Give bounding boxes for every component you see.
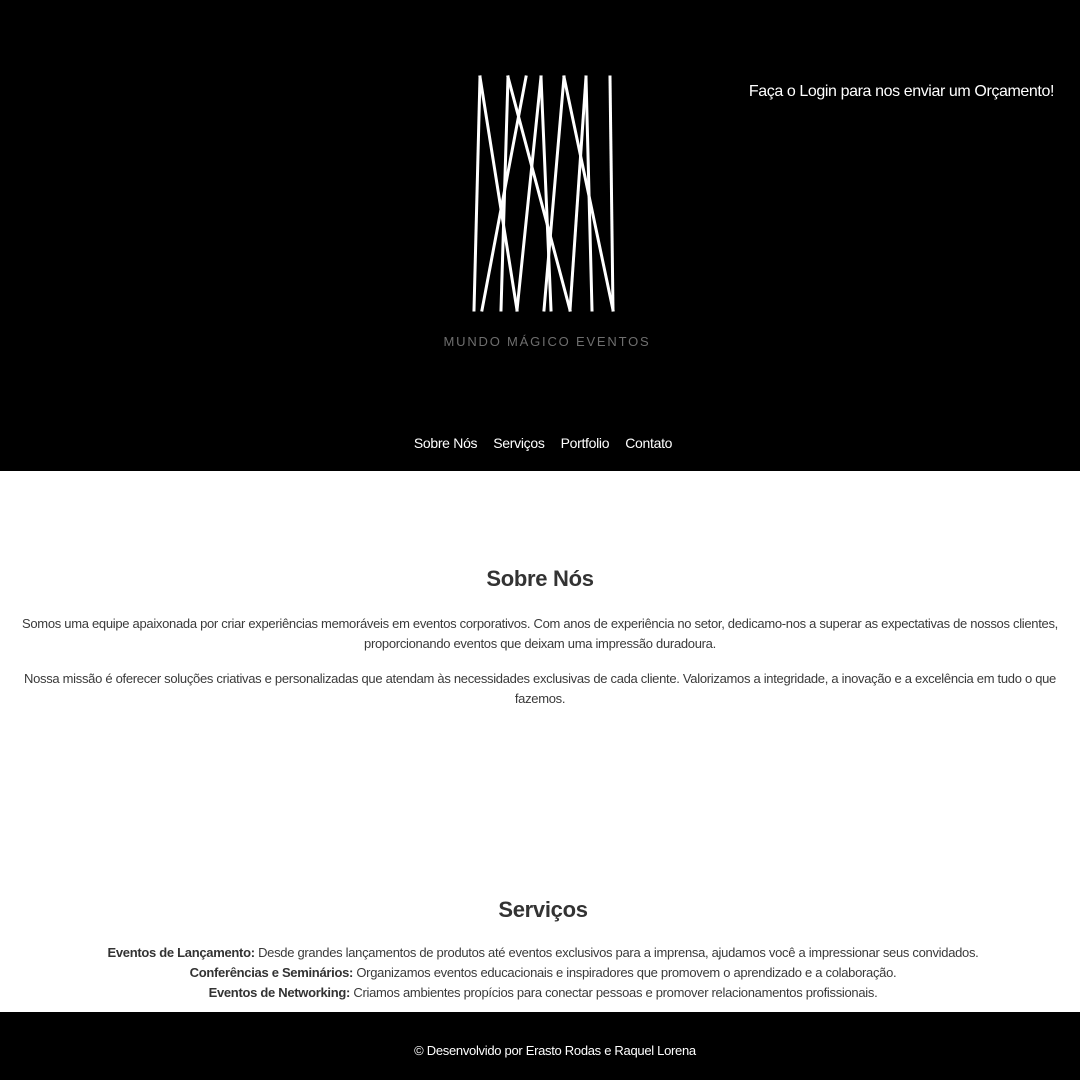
service-item: Eventos de Lançamento: Desde grandes lan… (0, 943, 1080, 963)
service-item: Eventos de Networking: Criamos ambientes… (0, 983, 1080, 1003)
service-item: Conferências e Seminários: Organizamos e… (0, 963, 1080, 983)
services-section: Serviços Eventos de Lançamento: Desde gr… (0, 897, 1080, 1003)
footer-credits: © Desenvolvido por Erasto Rodas e Raquel… (414, 1043, 696, 1058)
nav-sobre-nos[interactable]: Sobre Nós (414, 435, 478, 451)
nav-portfolio[interactable]: Portfolio (561, 435, 610, 451)
service-name: Eventos de Networking: (208, 985, 351, 1000)
service-description: Desde grandes lançamentos de produtos at… (254, 945, 979, 960)
service-name: Eventos de Lançamento: (107, 945, 255, 960)
brand-name: MUNDO MÁGICO EVENTOS (443, 334, 651, 349)
about-title: Sobre Nós (486, 566, 594, 591)
about-paragraph: Somos uma equipe apaixonada por criar ex… (22, 616, 1058, 651)
nav-contato[interactable]: Contato (625, 435, 672, 451)
service-description: Organizamos eventos educacionais e inspi… (353, 965, 897, 980)
nav-servicos[interactable]: Serviços (493, 435, 545, 451)
about-section: Sobre Nós Somos uma equipe apaixonada po… (0, 566, 1080, 709)
main-nav: Sobre Nós Serviços Portfolio Contato (0, 435, 1080, 451)
services-title: Serviços (498, 897, 588, 922)
site-footer: © Desenvolvido por Erasto Rodas e Raquel… (0, 1012, 1080, 1080)
site-header: MUNDO MÁGICO EVENTOS Faça o Login para n… (0, 0, 1080, 471)
page: MUNDO MÁGICO EVENTOS Faça o Login para n… (0, 0, 1080, 1080)
services-list: Eventos de Lançamento: Desde grandes lan… (0, 943, 1080, 1003)
service-name: Conferências e Seminários: (189, 965, 354, 980)
service-description: Criamos ambientes propícios para conecta… (350, 985, 878, 1000)
about-paragraph: Nossa missão é oferecer soluções criativ… (23, 671, 1056, 706)
login-link[interactable]: Faça o Login para nos enviar um Orçament… (749, 83, 1055, 101)
mm-monogram-logo[interactable] (460, 72, 630, 362)
logo-icon (472, 75, 615, 312)
